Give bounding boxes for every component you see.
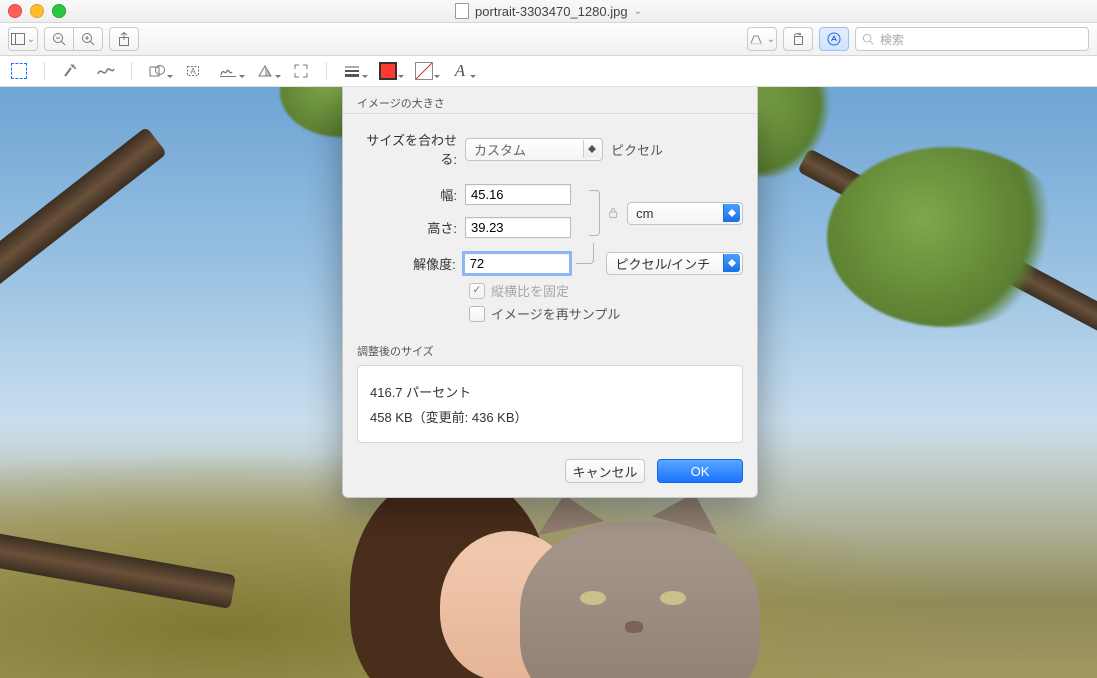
sidebar-toggle-button[interactable]: ⌄ [8, 27, 38, 51]
updown-arrows-icon [583, 140, 600, 158]
share-button[interactable] [109, 27, 139, 51]
main-toolbar: ⌄ ⌄ 検索 [0, 23, 1097, 56]
updown-arrows-icon [723, 254, 740, 272]
width-label: 幅: [357, 185, 457, 204]
lock-icon [607, 206, 619, 220]
sign-menu[interactable] [218, 60, 240, 82]
result-filesize: 458 KB（変更前: 436 KB） [370, 407, 730, 426]
fit-unit-hint: ピクセル [611, 140, 663, 159]
zoom-group [44, 27, 103, 51]
adjust-color-menu[interactable] [254, 60, 276, 82]
window-controls [8, 4, 66, 18]
svg-text:A: A [190, 67, 196, 76]
link-bracket-icon [583, 184, 599, 242]
markup-toolbar: A A [0, 56, 1097, 87]
updown-arrows-icon [723, 204, 740, 222]
text-style-menu[interactable]: A [449, 60, 471, 82]
zoom-out-button[interactable] [44, 27, 74, 51]
window-filename: portrait-3303470_1280.jpg [475, 4, 628, 19]
fill-color-menu[interactable] [413, 60, 435, 82]
resolution-unit-select[interactable]: ピクセル/インチ [606, 252, 743, 275]
resulting-size-header: 調整後のサイズ [343, 335, 757, 361]
ok-button[interactable]: OK [657, 459, 743, 483]
lock-aspect-label: 縦横比を固定 [491, 281, 569, 300]
dimension-unit-value: cm [636, 206, 653, 221]
adjust-size-dialog: イメージの大きさ サイズを合わせる: カスタム ピクセル 幅: 高さ: [342, 87, 758, 498]
height-input[interactable] [465, 217, 571, 238]
resample-checkbox[interactable]: イメージを再サンプル [469, 304, 743, 323]
stroke-color-menu[interactable] [377, 60, 399, 82]
zoom-in-button[interactable] [74, 27, 103, 51]
sketch-tool[interactable] [95, 60, 117, 82]
image-canvas[interactable]: イメージの大きさ サイズを合わせる: カスタム ピクセル 幅: 高さ: [0, 87, 1097, 678]
window-titlebar: portrait-3303470_1280.jpg ⌄ [0, 0, 1097, 23]
checkbox-icon [469, 283, 485, 299]
shapes-menu[interactable] [146, 60, 168, 82]
dialog-buttons: キャンセル OK [343, 447, 757, 497]
rotate-button[interactable] [783, 27, 813, 51]
resolution-unit-value: ピクセル/インチ [615, 254, 710, 273]
close-window-button[interactable] [8, 4, 22, 18]
adjust-size-button[interactable] [290, 60, 312, 82]
document-icon [455, 3, 469, 19]
checkbox-icon [469, 306, 485, 322]
resulting-size-box: 416.7 パーセント 458 KB（変更前: 436 KB） [357, 365, 743, 443]
resolution-label: 解像度: [357, 254, 456, 273]
fit-into-select[interactable]: カスタム [465, 138, 603, 161]
resample-label: イメージを再サンプル [491, 304, 620, 323]
minimize-window-button[interactable] [30, 4, 44, 18]
width-input[interactable] [465, 184, 571, 205]
lock-aspect-checkbox: 縦横比を固定 [469, 281, 743, 300]
result-percent: 416.7 パーセント [370, 382, 730, 401]
line-weight-menu[interactable] [341, 60, 363, 82]
markup-toggle-button[interactable] [819, 27, 849, 51]
search-field[interactable]: 検索 [855, 27, 1089, 51]
search-icon [862, 33, 874, 45]
instant-alpha-tool[interactable] [59, 60, 81, 82]
title-chevron-icon[interactable]: ⌄ [634, 6, 642, 17]
cancel-button[interactable]: キャンセル [565, 459, 645, 483]
fit-into-label: サイズを合わせる: [357, 130, 457, 168]
rect-select-tool[interactable] [8, 60, 30, 82]
highlight-button[interactable]: ⌄ [747, 27, 777, 51]
text-tool[interactable]: A [182, 60, 204, 82]
image-size-header: イメージの大きさ [343, 87, 757, 113]
dimension-unit-select[interactable]: cm [627, 202, 743, 225]
fit-into-value: カスタム [474, 140, 526, 159]
resolution-input[interactable] [464, 253, 570, 274]
search-placeholder: 検索 [880, 31, 904, 48]
window-title: portrait-3303470_1280.jpg ⌄ [455, 3, 642, 19]
height-label: 高さ: [357, 218, 457, 237]
zoom-window-button[interactable] [52, 4, 66, 18]
